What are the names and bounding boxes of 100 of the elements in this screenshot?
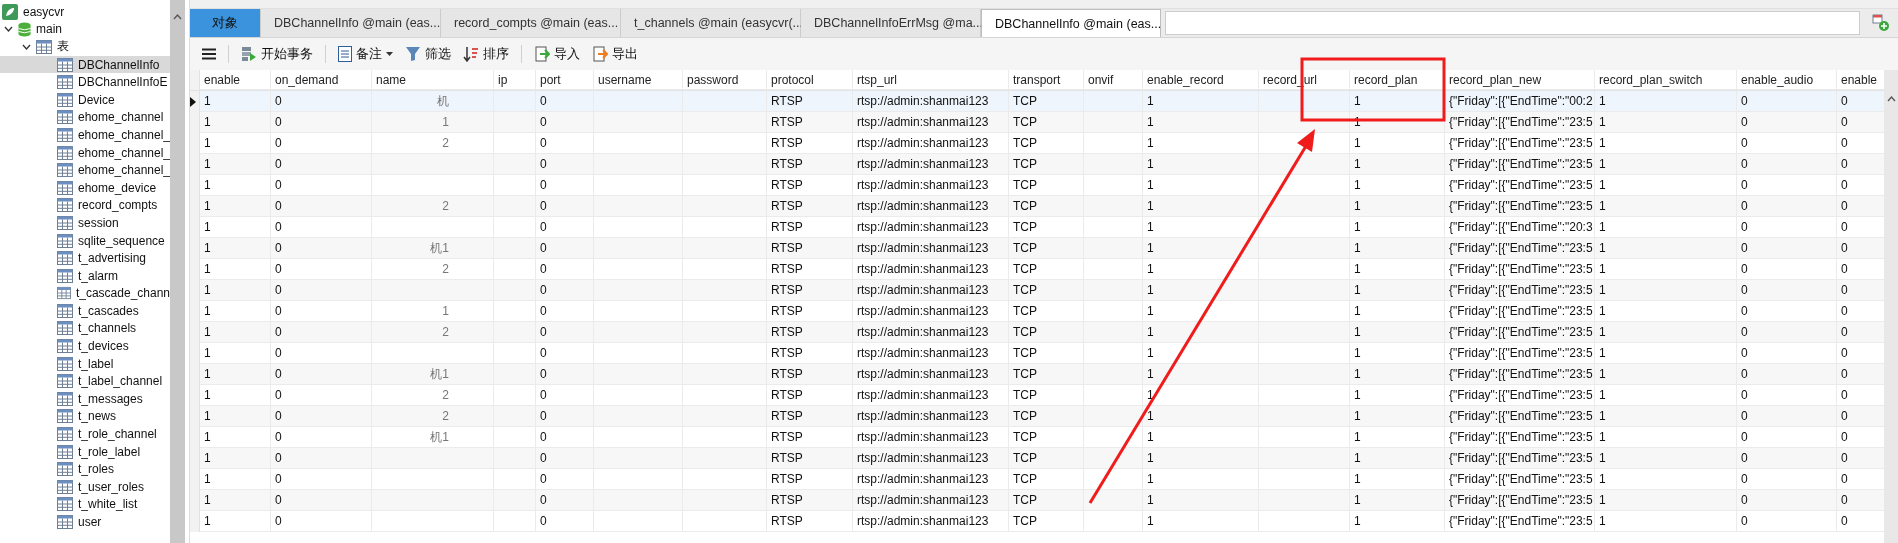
table-list-item[interactable]: t_user_roles [0,478,170,496]
table-row[interactable]: 1 0 机 0 RTSP rtsp://admin:shanmai123 TCP 1 1 {"Friday":[{"EndTime":"00:2 1 0 0 [190,91,1884,112]
tab[interactable]: record_compts @main (eas... [441,9,621,37]
table-name: t_label [78,356,114,371]
table-list-item[interactable]: ehome_channel_ [0,126,170,144]
table-cell: 0 [536,511,594,532]
table-row[interactable]: 1 0 0 RTSP rtsp://admin:shanmai123 TCP 1 1 {"Friday":[{"EndTime":"23:5 1 0 0 [190,511,1884,532]
toolbar-button[interactable]: 备注 [334,42,397,66]
chevron-down-icon[interactable] [4,26,13,33]
column-header[interactable]: transport [1009,70,1084,90]
column-header[interactable]: record_plan_new [1445,70,1595,90]
table-list-item[interactable]: ehome_channel_ [0,161,170,179]
table-list-item[interactable]: t_alarm [0,266,170,285]
table-row[interactable]: 1 0 0 RTSP rtsp://admin:shanmai123 TCP 1 1 {"Friday":[{"EndTime":"23:5 1 0 0 [190,154,1884,175]
table-row[interactable]: 1 0 2 0 RTSP rtsp://admin:shanmai123 TCP 1 1 {"Friday":[{"EndTime":"23:5 1 0 0 [190,259,1884,280]
column-header[interactable]: record_plan [1350,70,1445,90]
table-list-item[interactable]: t_label [0,354,170,373]
table-list-item[interactable]: record_compts [0,196,170,215]
scroll-up-icon[interactable] [1886,96,1896,102]
filter-icon [405,46,421,62]
table-row[interactable]: 1 0 2 0 RTSP rtsp://admin:shanmai123 TCP 1 1 {"Friday":[{"EndTime":"23:5 1 0 0 [190,322,1884,343]
table-icon [57,57,73,72]
column-header[interactable]: on_demand [271,70,372,90]
table-row[interactable]: 1 0 机1 0 RTSP rtsp://admin:shanmai123 TCP 1 1 {"Friday":[{"EndTime":"23:5 1 0 0 [190,238,1884,259]
tables-group-label[interactable]: 表 [57,38,69,56]
table-list-item[interactable]: Device [0,90,170,109]
table-row[interactable]: 1 0 1 0 RTSP rtsp://admin:shanmai123 TCP 1 1 {"Friday":[{"EndTime":"23:5 1 0 0 [190,301,1884,322]
table-list-item[interactable]: ehome_device [0,178,170,197]
toolbar-button[interactable]: 导入 [530,42,584,66]
table-list-item[interactable]: t_roles [0,460,170,479]
column-header[interactable]: enable_audio [1737,70,1837,90]
toolbar-button[interactable]: 筛选 [401,42,455,66]
table-list-item[interactable]: t_label_channel [0,372,170,391]
table-row[interactable]: 1 0 2 0 RTSP rtsp://admin:shanmai123 TCP 1 1 {"Friday":[{"EndTime":"23:5 1 0 0 [190,133,1884,154]
table-list-item[interactable]: DBChannelInfo [0,55,170,74]
table-row[interactable]: 1 0 0 RTSP rtsp://admin:shanmai123 TCP 1 1 {"Friday":[{"EndTime":"20:3 1 0 0 [190,217,1884,238]
table-list-item[interactable]: t_channels [0,319,170,338]
scroll-up-icon[interactable] [173,14,182,20]
table-icon [57,479,73,494]
table-row[interactable]: 1 0 0 RTSP rtsp://admin:shanmai123 TCP 1 1 {"Friday":[{"EndTime":"23:5 1 0 0 [190,175,1884,196]
column-header[interactable]: username [594,70,683,90]
table-row[interactable]: 1 0 机1 0 RTSP rtsp://admin:shanmai123 TCP 1 1 {"Friday":[{"EndTime":"23:5 1 0 0 [190,427,1884,448]
table-row[interactable]: 1 0 0 RTSP rtsp://admin:shanmai123 TCP 1 1 {"Friday":[{"EndTime":"23:5 1 0 0 [190,280,1884,301]
table-icon [57,303,73,318]
toolbar-button[interactable]: 导出 [588,42,642,66]
table-list-item[interactable]: ehome_channel_ [0,143,170,162]
table-list-item[interactable]: user [0,513,170,531]
toolbar-button[interactable]: 开始事务 [237,42,317,66]
table-row[interactable]: 1 0 0 RTSP rtsp://admin:shanmai123 TCP 1 1 {"Friday":[{"EndTime":"23:5 1 0 0 [190,490,1884,511]
tab[interactable]: 对象 [190,9,261,37]
column-header[interactable]: enable_record [1143,70,1259,90]
table-icon [57,268,73,283]
table-name: DBChannelInfo [78,57,160,72]
table-list-item[interactable]: t_devices [0,337,170,355]
chevron-down-icon[interactable] [22,44,31,50]
scrollbar[interactable] [1884,70,1898,543]
table-list-item[interactable]: ehome_channel [0,108,170,127]
connection-name[interactable]: easycvr [23,4,65,19]
table-list-item[interactable]: t_white_list [0,495,170,514]
table-list-item[interactable]: DBChannelInfoE [0,73,170,91]
table-row[interactable]: 1 0 2 0 RTSP rtsp://admin:shanmai123 TCP 1 1 {"Friday":[{"EndTime":"23:5 1 0 0 [190,196,1884,217]
table-name: t_cascades [78,303,139,318]
table-name: ehome_channel_ [77,127,170,142]
table-list-item[interactable]: session [0,214,170,232]
column-header[interactable]: record_plan_switch [1595,70,1737,90]
row-selector[interactable] [190,91,200,112]
column-header[interactable]: ip [494,70,536,90]
table-icon [57,198,73,213]
column-header[interactable]: port [536,70,594,90]
table-list-item[interactable]: t_cascade_chann [0,284,170,303]
tab[interactable]: DBChannelInfo @main (eas... [261,9,441,37]
tab[interactable]: DBChannelInfoErrMsg @ma... [801,9,981,37]
column-header[interactable]: name [372,70,494,90]
table-list-item[interactable]: t_messages [0,390,170,408]
table-list-item[interactable]: t_role_label [0,442,170,461]
tab[interactable]: t_channels @main (easycvr(... [621,9,801,37]
column-header[interactable]: enable [200,70,271,90]
add-table-icon[interactable] [1872,14,1890,32]
table-row[interactable]: 1 0 0 RTSP rtsp://admin:shanmai123 TCP 1 1 {"Friday":[{"EndTime":"23:5 1 0 0 [190,343,1884,364]
tab[interactable]: DBChannelInfo @main (eas... [981,9,1161,37]
table-row[interactable]: 1 0 机1 0 RTSP rtsp://admin:shanmai123 TCP 1 1 {"Friday":[{"EndTime":"23:5 1 0 0 [190,364,1884,385]
transaction-icon [241,46,257,62]
table-list-item[interactable]: t_cascades [0,302,170,320]
table-icon [57,92,73,107]
table-row[interactable]: 1 0 2 0 RTSP rtsp://admin:shanmai123 TCP 1 1 {"Friday":[{"EndTime":"23:5 1 0 0 [190,406,1884,427]
table-list-item[interactable]: t_news [0,407,170,426]
column-header[interactable]: protocol [767,70,853,90]
table-icon [57,356,73,371]
table-list-item[interactable]: sqlite_sequence [0,231,170,250]
scrollbar[interactable] [170,0,185,543]
table-row[interactable]: 1 0 0 RTSP rtsp://admin:shanmai123 TCP 1 1 {"Friday":[{"EndTime":"23:5 1 0 0 [190,448,1884,469]
table-row[interactable]: 1 0 0 RTSP rtsp://admin:shanmai123 TCP 1 1 {"Friday":[{"EndTime":"23:5 1 0 0 [190,469,1884,490]
database-name[interactable]: main [36,22,62,37]
table-list-item[interactable]: t_advertising [0,249,170,267]
column-header[interactable]: rtsp_url [853,70,1009,90]
table-name: DBChannelInfoE [78,75,168,90]
column-header[interactable]: password [683,70,767,90]
column-header[interactable]: onvif [1084,70,1143,90]
table-list-item[interactable]: t_role_channel [0,425,170,443]
toolbar-button[interactable]: 排序 [459,42,513,66]
